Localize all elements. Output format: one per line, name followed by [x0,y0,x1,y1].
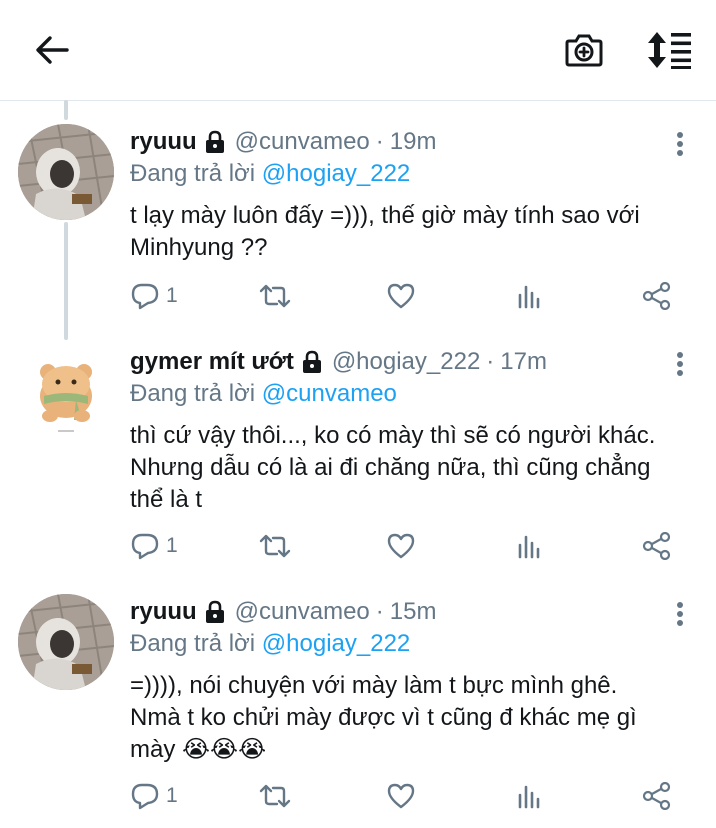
action-bar: 1 [130,776,690,816]
handle[interactable]: @cunvameo [235,598,370,626]
replying-to-line: Đang trả lời @cunvameo [130,380,397,408]
share-icon [642,282,671,310]
action-bar: 1 [130,526,690,566]
timestamp[interactable]: 19m [390,128,437,156]
reply-button[interactable]: 1 [130,776,178,816]
avatar[interactable] [18,344,114,440]
heart-icon [387,283,415,309]
back-button[interactable] [30,30,74,70]
tweet-text-line: thì cứ vậy thôi..., ko có mày thì sẽ có … [130,422,656,449]
timestamp[interactable]: 15m [390,598,437,626]
like-button[interactable] [386,526,416,566]
analytics-button[interactable] [516,276,542,316]
more-options-button[interactable] [664,344,696,384]
sort-icon [648,32,691,69]
retweet-icon [259,284,291,308]
reply-count: 1 [166,284,178,307]
handle[interactable]: @hogiay_222 [332,348,480,376]
reply-button[interactable]: 1 [130,526,178,566]
share-button[interactable] [642,276,672,316]
reply-icon [131,533,159,560]
lock-icon [203,600,227,624]
more-vertical-icon [677,352,683,376]
tweet-text-line: mày 😭😭😭 [130,736,267,763]
replying-to-line: Đang trả lời @hogiay_222 [130,630,410,658]
lock-icon [203,130,227,154]
more-vertical-icon [677,132,683,156]
share-icon [642,782,671,810]
share-button[interactable] [642,526,672,566]
heart-icon [387,533,415,559]
retweet-button[interactable] [258,276,292,316]
share-icon [642,532,671,560]
separator-dot: · [486,348,495,375]
reply-icon [131,283,159,310]
replying-to-line: Đang trả lời @hogiay_222 [130,160,410,188]
timestamp[interactable]: 17m [500,348,547,376]
like-button[interactable] [386,776,416,816]
more-options-button[interactable] [664,124,696,164]
sort-button[interactable] [642,26,698,74]
display-name[interactable]: gymer mít ướt [130,348,294,376]
tweet-header: ryuuu @cunvameo · 19m [130,124,436,160]
separator-dot: · [375,598,384,625]
thread-line [64,100,68,120]
analytics-icon [518,285,540,309]
camera-add-icon [565,34,603,67]
share-button[interactable] [642,776,672,816]
analytics-button[interactable] [516,526,542,566]
top-app-bar [0,0,716,101]
action-bar: 1 [130,276,690,316]
tweet-header: gymer mít ướt @hogiay_222 · 17m [130,344,547,380]
heart-icon [387,783,415,809]
analytics-button[interactable] [516,776,542,816]
avatar-image [18,344,114,440]
back-arrow-icon [36,36,69,64]
tweet-text: thì cứ vậy thôi..., ko có mày thì sẽ có … [130,420,700,516]
camera-button[interactable] [560,28,608,72]
retweet-icon [259,534,291,558]
reply-button[interactable]: 1 [130,276,178,316]
retweet-button[interactable] [258,776,292,816]
tweet-text-line: thể là t [130,486,203,513]
replying-prefix: Đang trả lời [130,160,256,187]
avatar-image [18,594,114,690]
tweet[interactable]: ryuuu @cunvameo · 15m Đang trả lời @hogi… [0,594,716,824]
tweet-header: ryuuu @cunvameo · 15m [130,594,436,630]
like-button[interactable] [386,276,416,316]
avatar-image [18,124,114,220]
display-name[interactable]: ryuuu [130,128,197,156]
display-name[interactable]: ryuuu [130,598,197,626]
tweet-text-line: =)))), nói chuyện với mày làm t bực mình… [130,672,618,699]
avatar[interactable] [18,594,114,690]
tweet-text: =)))), nói chuyện với mày làm t bực mình… [130,670,700,766]
tweet-text-line: Nmà t ko chửi mày được vì t cũng đ khác … [130,704,637,731]
mention-link[interactable]: @hogiay_222 [262,160,410,187]
handle[interactable]: @cunvameo [235,128,370,156]
mention-link[interactable]: @hogiay_222 [262,630,410,657]
analytics-icon [518,785,540,809]
tweet-text-line: t lạy mày luôn đấy =))), thế giờ mày tín… [130,202,640,229]
tweet[interactable]: ryuuu @cunvameo · 19m Đang trả lời @hogi… [0,124,716,334]
replying-prefix: Đang trả lời [130,630,256,657]
lock-icon [300,350,324,374]
analytics-icon [518,535,540,559]
more-options-button[interactable] [664,594,696,634]
tweet-text-line: Minhyung ?? [130,234,268,261]
reply-icon [131,783,159,810]
tweet-text-line: Nhưng dẫu có là ai đi chăng nữa, thì cũn… [130,454,651,481]
retweet-button[interactable] [258,526,292,566]
replying-prefix: Đang trả lời [130,380,256,407]
separator-dot: · [375,128,384,155]
tweet-text: t lạy mày luôn đấy =))), thế giờ mày tín… [130,200,700,264]
avatar[interactable] [18,124,114,220]
retweet-icon [259,784,291,808]
mention-link[interactable]: @cunvameo [262,380,397,407]
tweet[interactable]: gymer mít ướt @hogiay_222 · 17m Đang trả… [0,344,716,574]
reply-count: 1 [166,784,178,807]
more-vertical-icon [677,602,683,626]
reply-count: 1 [166,534,178,557]
